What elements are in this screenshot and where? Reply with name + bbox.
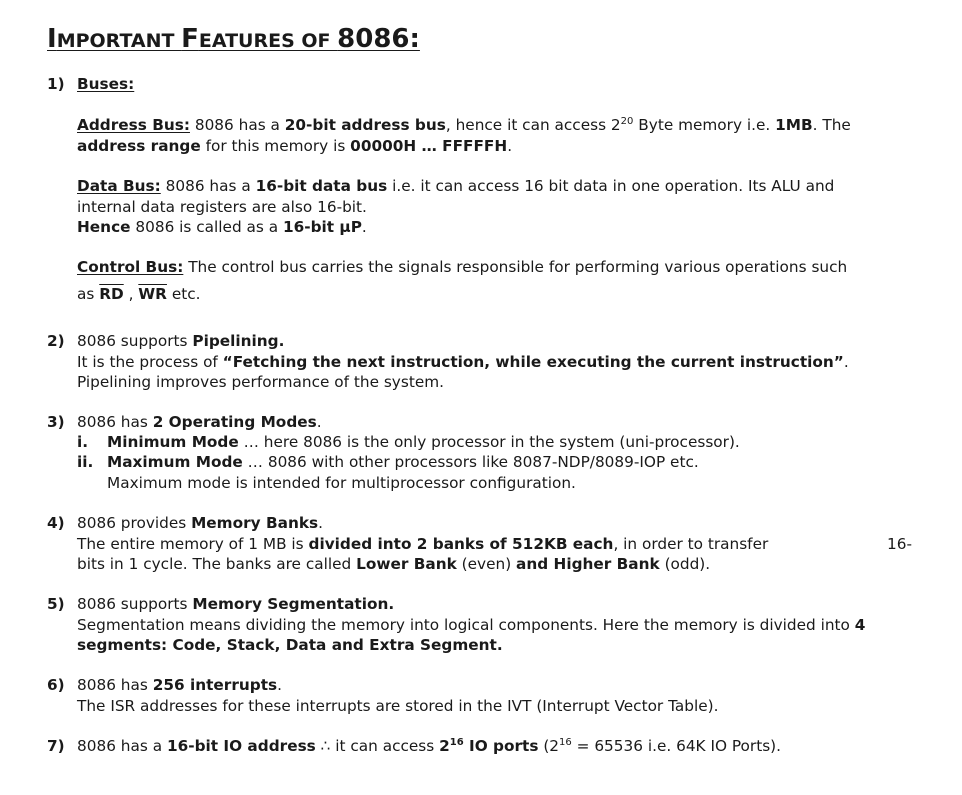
section-interrupts: 8086 has 256 interrupts. The ISR address…: [77, 676, 719, 715]
page-title: IMPORTANT FEATURES OF 8086:: [47, 24, 420, 54]
maximum-mode-item: Maximum Mode … 8086 with other processor…: [107, 453, 699, 471]
item-number: 7): [47, 737, 65, 755]
item-number: 2): [47, 332, 65, 350]
item-number: 1): [47, 75, 65, 93]
control-bus-paragraph: Control Bus: The control bus carries the…: [77, 258, 848, 303]
maximum-mode-note: Maximum mode is intended for multiproces…: [107, 474, 576, 492]
roman-numeral: i.: [77, 433, 89, 451]
section-segmentation: 8086 supports Memory Segmentation. Segme…: [77, 595, 866, 654]
section-buses: Buses:: [77, 74, 942, 95]
rd-signal: RD: [99, 284, 124, 303]
section-io-address: 8086 has a 16-bit IO address ∴ it can ac…: [77, 736, 781, 755]
section-heading: Buses:: [77, 75, 135, 93]
item-number: 3): [47, 413, 65, 431]
data-bus-paragraph: Data Bus: 8086 has a 16-bit data bus i.e…: [77, 177, 835, 236]
item-number: 4): [47, 514, 65, 532]
wr-signal: WR: [138, 284, 167, 303]
minimum-mode-item: Minimum Mode … here 8086 is the only pro…: [107, 433, 740, 451]
item-number: 6): [47, 676, 65, 694]
roman-numeral: ii.: [77, 453, 94, 471]
section-memory-banks: 8086 provides Memory Banks. The entire m…: [77, 514, 912, 573]
address-bus-paragraph: Address Bus: 8086 has a 20-bit address b…: [77, 115, 851, 155]
item-number: 5): [47, 595, 65, 613]
section-operating-modes: 8086 has 2 Operating Modes.: [77, 413, 322, 431]
section-pipelining: 8086 supports Pipelining. It is the proc…: [77, 332, 849, 391]
